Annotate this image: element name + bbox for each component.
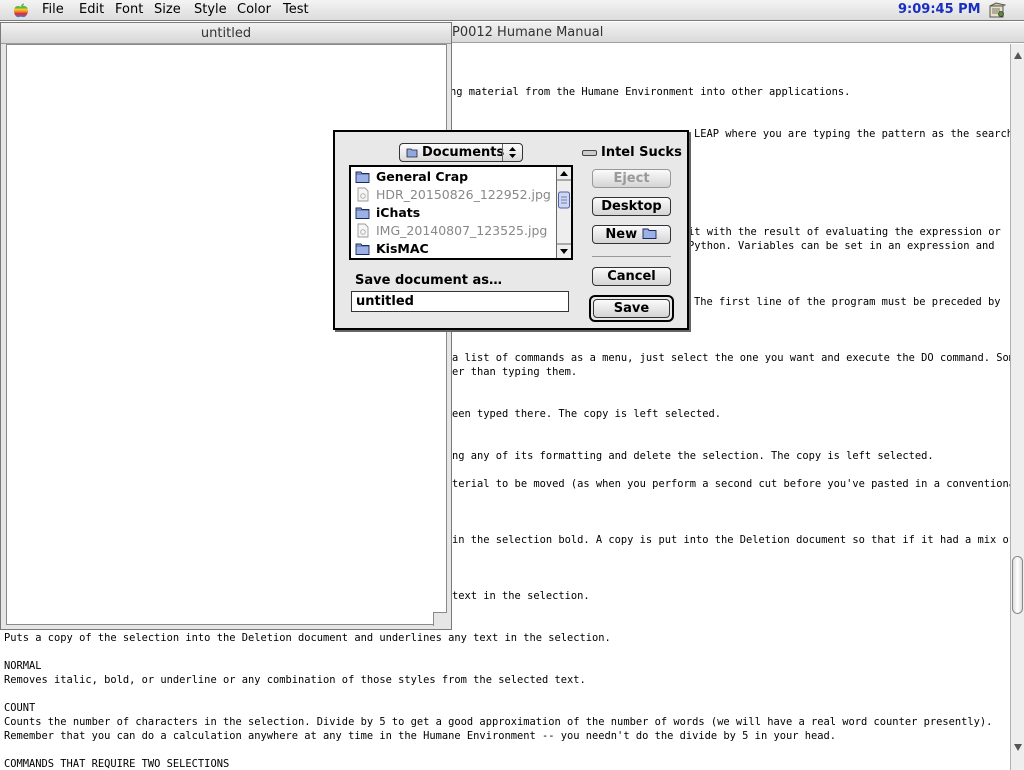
manual-scrollbar[interactable] [1010,44,1024,770]
menu-size[interactable]: Size [154,2,181,17]
manual-text-line: Removes italic, bold, or underline or an… [4,674,586,686]
cancel-button[interactable]: Cancel [592,267,671,286]
jpeg-document-icon [357,187,369,202]
manual-text-line: NORMAL [4,660,42,672]
popup-arrows-icon [502,144,516,161]
file-name: iChats [376,205,421,220]
manual-text-line: COMMANDS THAT REQUIRE TWO SELECTIONS [4,758,230,770]
manual-scroll-thumb[interactable] [1012,556,1023,614]
manual-text-line: er than typing them. [452,366,578,378]
list-item[interactable]: iChats [355,204,551,222]
resize-handle[interactable] [433,612,447,626]
save-button-label: Save [593,299,670,318]
manual-text-line: ng any of its formatting and delete the … [452,450,934,462]
menu-color[interactable]: Color [237,2,271,17]
save-button[interactable]: Save [589,295,674,322]
manual-text-line: in the selection bold. A copy is put int… [452,534,1016,546]
untitled-window-title: untitled [200,26,252,41]
manual-text-line: ng material from the Humane Environment … [450,86,851,98]
list-item[interactable]: KisMAC [355,240,551,258]
file-name: KisMAC [376,241,429,256]
manual-window-title-bar[interactable]: P0012 Humane Manual [452,22,1024,43]
manual-text-line: The first line of the program must be pr… [694,296,1001,308]
list-item[interactable]: HDR_20150826_122952.jpg [355,186,551,204]
file-name: IMG_20140807_123525.jpg [376,223,548,238]
manual-text-line: Puts a copy of the selection into the De… [4,632,611,644]
new-folder-button[interactable]: New [592,225,671,244]
manual-text-line: Counts the number of characters in the s… [4,716,993,728]
manual-text-line: LEAP where you are typing the pattern as… [694,128,1014,140]
menu-file[interactable]: File [42,2,64,17]
disk-icon [582,150,597,156]
manual-text-line: COUNT [4,702,36,714]
manual-text-line: Remember that you can do a calculation a… [4,730,837,742]
apple-icon[interactable] [13,3,29,18]
folder-icon [355,171,370,183]
manual-text-line: it with the result of evaluating the exp… [688,226,1001,238]
list-item[interactable]: IMG_20140807_123525.jpg [355,222,551,240]
location-popup-menu[interactable]: Documents [399,143,523,162]
eject-button[interactable]: Eject [592,169,671,188]
manual-window-title: P0012 Humane Manual [452,25,604,40]
button-separator [592,256,671,257]
jpeg-document-icon [357,223,369,238]
manual-text-line: terial to be moved (as when you perform … [452,478,1022,490]
scrollbar-graphics-icon [557,171,571,254]
manual-text-line: een typed there. The copy is left select… [452,408,721,420]
list-item[interactable]: General Crap [355,168,551,186]
folder-icon [406,148,418,158]
menu-test[interactable]: Test [283,2,309,17]
menu-font[interactable]: Font [115,2,143,17]
manual-text-line: text in the selection. [452,590,590,602]
new-folder-icon [642,228,657,239]
desktop-button[interactable]: Desktop [592,197,671,216]
menu-edit[interactable]: Edit [79,2,104,17]
untitled-window-title-bar[interactable]: untitled [1,23,451,44]
menu-style[interactable]: Style [194,2,227,17]
manual-text-line: Python. Variables can be set in an expre… [688,240,995,252]
folder-icon [355,243,370,255]
folder-icon [355,207,370,219]
filename-input[interactable]: untitled [351,291,569,312]
new-folder-button-label: New [605,227,638,242]
scroll-up-arrow-icon[interactable] [1014,52,1022,59]
file-list[interactable]: General Crap HDR_20150826_122952.jpg iCh… [349,165,573,260]
scroll-down-arrow-icon[interactable] [1014,744,1022,751]
file-name: HDR_20150826_122952.jpg [376,187,551,202]
save-as-label: Save document as… [355,273,503,288]
application-menu-icon[interactable] [988,2,1006,19]
disk-name: Intel Sucks [601,145,682,160]
file-list-scrollbar[interactable] [556,167,571,258]
save-dialog: Documents Intel Sucks General Crap HDR_2… [333,130,689,330]
menu-bar: File Edit Font Size Style Color Test 9:0… [0,0,1024,21]
location-popup-label: Documents [422,145,505,160]
manual-text-line: a list of commands as a menu, just selec… [452,352,1022,364]
menu-bar-clock[interactable]: 9:09:45 PM [898,2,981,17]
file-name: General Crap [376,169,469,184]
